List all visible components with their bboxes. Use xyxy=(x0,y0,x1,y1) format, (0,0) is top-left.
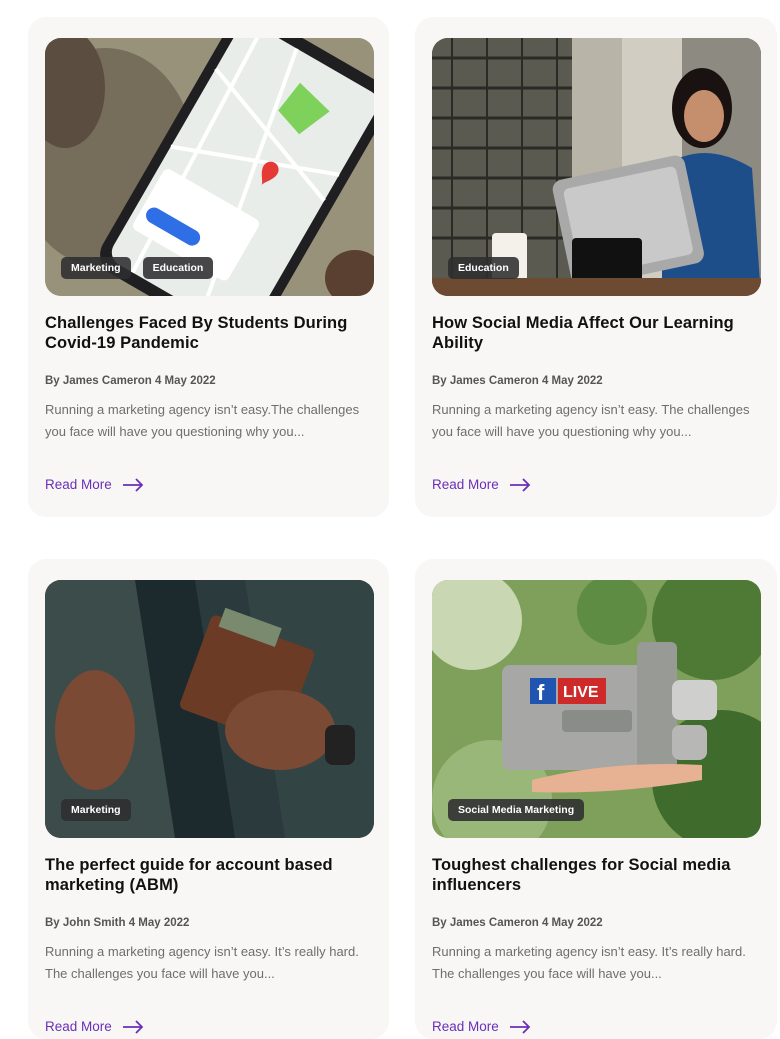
tag-list: Education xyxy=(448,256,519,279)
read-more-link[interactable]: Read More xyxy=(432,477,531,492)
card-title[interactable]: How Social Media Affect Our Learning Abi… xyxy=(432,313,762,353)
arrow-right-icon xyxy=(509,477,531,492)
read-more-label: Read More xyxy=(432,477,499,492)
tag-list: Social Media Marketing xyxy=(448,798,585,821)
card-image[interactable]: Education xyxy=(432,38,761,296)
card-meta: By James Cameron 4 May 2022 xyxy=(432,375,603,387)
tag-list: Marketing Education xyxy=(61,256,214,279)
blog-card: Marketing Education Challenges Faced By … xyxy=(28,17,389,517)
card-excerpt: Running a marketing agency isn’t easy. T… xyxy=(432,402,750,439)
tag[interactable]: Education xyxy=(142,256,214,279)
card-title[interactable]: Toughest challenges for Social media inf… xyxy=(432,855,762,895)
card-image[interactable]: Marketing xyxy=(45,580,374,838)
read-more-label: Read More xyxy=(45,1019,112,1034)
read-more-link[interactable]: Read More xyxy=(45,477,144,492)
card-excerpt: Running a marketing agency isn’t easy. I… xyxy=(432,944,746,981)
live-badge-text: LIVE xyxy=(563,684,599,701)
read-more-label: Read More xyxy=(432,1019,499,1034)
tag[interactable]: Marketing xyxy=(61,798,131,821)
tag-list: Marketing xyxy=(61,798,131,821)
facebook-letter: f xyxy=(537,680,545,705)
blog-card: Education How Social Media Affect Our Le… xyxy=(415,17,777,517)
tag[interactable]: Social Media Marketing xyxy=(448,798,585,821)
tag[interactable]: Education xyxy=(448,256,519,279)
arrow-right-icon xyxy=(509,1019,531,1034)
tag[interactable]: Marketing xyxy=(61,256,131,279)
card-excerpt: Running a marketing agency isn’t easy. I… xyxy=(45,944,359,981)
card-meta: By John Smith 4 May 2022 xyxy=(45,917,190,929)
read-more-link[interactable]: Read More xyxy=(45,1019,144,1034)
card-title[interactable]: Challenges Faced By Students During Covi… xyxy=(45,313,375,353)
read-more-label: Read More xyxy=(45,477,112,492)
blog-card: Marketing The perfect guide for account … xyxy=(28,559,389,1039)
card-image[interactable]: Marketing Education xyxy=(45,38,374,296)
card-excerpt: Running a marketing agency isn’t easy.Th… xyxy=(45,402,360,439)
blog-card: f LIVE Social Media Marketing Toughest c… xyxy=(415,559,777,1039)
card-meta: By James Cameron 4 May 2022 xyxy=(432,917,603,929)
card-title[interactable]: The perfect guide for account based mark… xyxy=(45,855,375,895)
card-meta: By James Cameron 4 May 2022 xyxy=(45,375,216,387)
read-more-link[interactable]: Read More xyxy=(432,1019,531,1034)
arrow-right-icon xyxy=(122,1019,144,1034)
arrow-right-icon xyxy=(122,477,144,492)
card-image[interactable]: f LIVE Social Media Marketing xyxy=(432,580,761,838)
